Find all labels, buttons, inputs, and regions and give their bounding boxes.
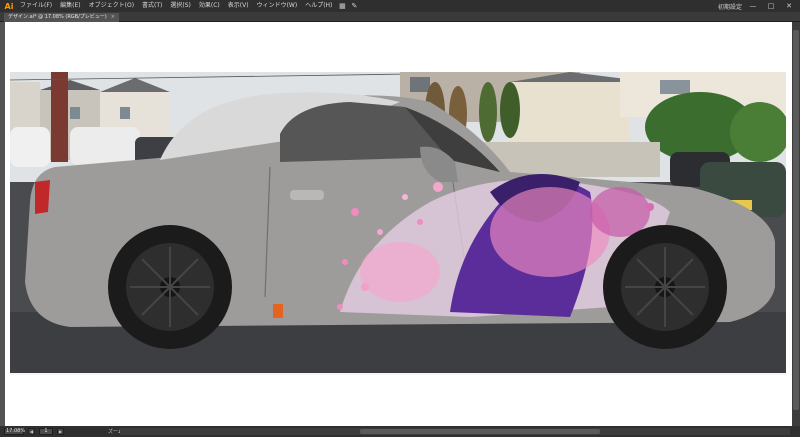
illustrator-window: Ai ファイル(F) 編集(E) オブジェクト(O) 書式(T) 選択(S) 効…	[0, 0, 800, 437]
app-logo: Ai	[2, 0, 16, 12]
arrange-documents-icon[interactable]: ▦	[336, 1, 348, 11]
tab-close-icon[interactable]: ×	[111, 13, 115, 22]
document-tab-title: デザイン.ai* @ 17.08% (RGB/プレビュー)	[8, 14, 107, 20]
menu-view[interactable]: 表示(V)	[224, 0, 253, 12]
workspace-switcher[interactable]: 初期設定	[718, 2, 742, 11]
menu-right-group: 初期設定 — □ ✕	[718, 1, 800, 11]
menu-type[interactable]: 書式(T)	[138, 0, 166, 12]
brush-icon[interactable]: ✎	[348, 1, 360, 11]
maximize-button[interactable]: □	[764, 1, 778, 11]
horizontal-scrollbar[interactable]	[120, 428, 790, 435]
car-illustration	[10, 72, 786, 373]
document-tab[interactable]: デザイン.ai* @ 17.08% (RGB/プレビュー) ×	[4, 13, 119, 22]
artboard[interactable]	[5, 22, 792, 426]
menu-help[interactable]: ヘルプ(H)	[301, 0, 336, 12]
vertical-scrollbar[interactable]	[792, 22, 800, 426]
status-bar: 17.08% ◀ 1 ▶ ズーム	[0, 426, 800, 437]
menu-edit[interactable]: 編集(E)	[56, 0, 84, 12]
menu-bar: Ai ファイル(F) 編集(E) オブジェクト(O) 書式(T) 選択(S) 効…	[0, 0, 800, 12]
close-button[interactable]: ✕	[782, 1, 796, 11]
menu-window[interactable]: ウィンドウ(W)	[253, 0, 302, 12]
minimize-button[interactable]: —	[746, 1, 760, 11]
menu-effect[interactable]: 効果(C)	[195, 0, 224, 12]
status-tool-label: ズーム	[108, 429, 123, 435]
first-artboard-icon[interactable]: ◀	[28, 428, 35, 435]
car-wrap-photo	[10, 72, 786, 375]
horizontal-scroll-thumb[interactable]	[360, 429, 600, 434]
next-artboard-icon[interactable]: ▶	[57, 428, 64, 435]
canvas-area[interactable]	[0, 22, 800, 426]
menu-file[interactable]: ファイル(F)	[16, 0, 56, 12]
zoom-level-field[interactable]: 17.08%	[4, 428, 25, 435]
artboard-number-field[interactable]: 1	[39, 428, 53, 435]
menu-object[interactable]: オブジェクト(O)	[85, 0, 138, 12]
vertical-scroll-thumb[interactable]	[793, 30, 799, 410]
menu-select[interactable]: 選択(S)	[166, 0, 195, 12]
document-tab-bar: デザイン.ai* @ 17.08% (RGB/プレビュー) ×	[0, 12, 800, 22]
